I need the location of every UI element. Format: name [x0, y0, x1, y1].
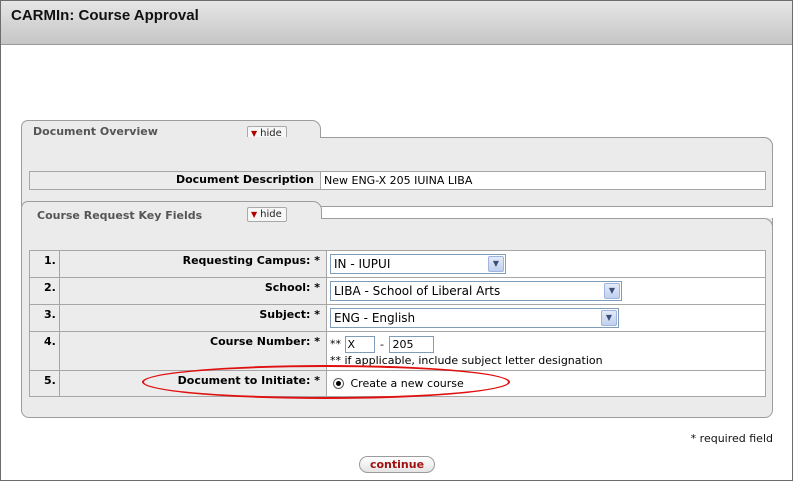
- description-value[interactable]: New ENG-X 205 IUINA LIBA: [320, 171, 766, 190]
- document-overview-topline: [320, 137, 773, 147]
- tab-course-request-key-fields: Course Request Key Fields ▼ hide: [21, 201, 322, 225]
- hide-label: hide: [260, 209, 282, 220]
- subject-label: Subject: *: [59, 304, 327, 332]
- continue-button[interactable]: continue: [359, 456, 435, 473]
- chevron-down-icon[interactable]: ▼: [488, 256, 504, 272]
- key-fields-hide-button[interactable]: ▼ hide: [247, 207, 287, 222]
- table-row: 4. Course Number: * ** X - 205 ** if app…: [29, 331, 766, 371]
- document-overview-table: Document Description New ENG-X 205 IUINA…: [29, 171, 766, 190]
- triangle-down-icon: ▼: [251, 210, 258, 219]
- page-title: CARMIn: Course Approval: [11, 7, 199, 24]
- required-field-note: * required field: [690, 432, 773, 445]
- requesting-campus-label: Requesting Campus: *: [59, 250, 327, 278]
- course-number-input[interactable]: 205: [389, 336, 435, 353]
- subject-select[interactable]: ENG - English ▼: [330, 308, 619, 328]
- key-fields-topline: [321, 218, 773, 228]
- chevron-down-icon[interactable]: ▼: [604, 283, 620, 299]
- course-letter-input[interactable]: X: [344, 336, 375, 353]
- row-number: 2.: [29, 277, 60, 305]
- table-row: 1. Requesting Campus: * IN - IUPUI ▼: [29, 250, 766, 278]
- page-header: CARMIn: Course Approval: [1, 1, 792, 45]
- row-number: 5.: [29, 370, 60, 397]
- requesting-campus-select[interactable]: IN - IUPUI ▼: [330, 254, 506, 274]
- school-label: School: *: [59, 277, 327, 305]
- table-row: 2. School: * LIBA - School of Liberal Ar…: [29, 277, 766, 305]
- row-number: 3.: [29, 304, 60, 332]
- key-fields-title: Course Request Key Fields: [37, 209, 203, 222]
- table-row: 3. Subject: * ENG - English ▼: [29, 304, 766, 332]
- row-number: 1.: [29, 250, 60, 278]
- school-select[interactable]: LIBA - School of Liberal Arts ▼: [330, 281, 622, 301]
- course-number-dash: -: [380, 337, 384, 351]
- required-prefix: **: [330, 337, 341, 351]
- row-number: 4.: [29, 331, 60, 371]
- chevron-down-icon[interactable]: ▼: [601, 310, 617, 326]
- highlight-annotation: [142, 365, 510, 399]
- description-label: Document Description: [29, 171, 321, 190]
